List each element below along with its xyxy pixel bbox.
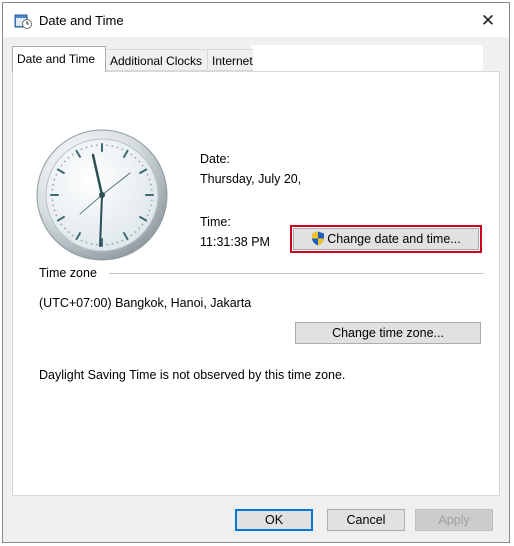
- clock-minute-dot: [55, 173, 58, 176]
- analog-clock-icon: [36, 129, 168, 261]
- clock-minute-dot: [134, 156, 137, 159]
- clock-minute-dot: [106, 243, 109, 246]
- clock-minute-dot: [95, 243, 98, 246]
- clock-minute-dot: [116, 241, 119, 244]
- clock-minute-dot: [55, 214, 58, 217]
- clock-minute-dot: [150, 199, 153, 202]
- ok-button[interactable]: OK: [235, 509, 313, 531]
- cancel-button[interactable]: Cancel: [327, 509, 405, 531]
- change-date-and-time-button[interactable]: Change date and time...: [293, 228, 479, 250]
- clock-minute-dot: [90, 243, 93, 245]
- dialog-client-area: Date and Time Additional Clocks Internet…: [3, 37, 509, 542]
- clock-minute-dot: [95, 144, 98, 147]
- clock-minute-dot: [150, 183, 152, 186]
- clock-minute-dot: [67, 156, 70, 159]
- clock-minute-dot: [85, 241, 88, 244]
- time-zone-value: (UTC+07:00) Bangkok, Hanoi, Jakarta: [39, 296, 252, 310]
- clock-minute-dot: [67, 231, 70, 234]
- time-value: 11:31:38 PM: [200, 235, 270, 249]
- tab-strip-background: [251, 45, 483, 71]
- clock-minute-dot: [71, 153, 74, 156]
- clock-minute-dot: [85, 146, 88, 149]
- window-title: Date and Time: [39, 13, 124, 28]
- dst-note: Daylight Saving Time is not observed by …: [39, 368, 346, 382]
- tab-date-and-time[interactable]: Date and Time: [12, 46, 106, 72]
- clock-minute-dot: [150, 188, 153, 191]
- close-button[interactable]: ✕: [475, 8, 501, 34]
- clock-minute-dot: [148, 178, 151, 181]
- clock-minute-dot: [53, 178, 56, 181]
- time-zone-section-label: Time zone: [39, 266, 97, 280]
- clock-minute-dot: [53, 209, 56, 212]
- date-label: Date:: [200, 152, 230, 166]
- clock-minute-dot: [52, 204, 54, 207]
- date-value: Thursday, July 20,: [200, 172, 302, 186]
- clock-minute-dot: [80, 239, 83, 242]
- clock-minute-dot: [141, 223, 144, 226]
- clock-minute-dot: [121, 239, 124, 242]
- clock-minute-dot: [146, 214, 149, 217]
- clock-minute-dot: [52, 183, 54, 186]
- clock-minute-dot: [150, 204, 152, 207]
- tab-internet-time[interactable]: Internet Time: [207, 49, 253, 71]
- section-divider: [109, 273, 484, 274]
- clock-minute-dot: [106, 144, 109, 147]
- apply-button[interactable]: Apply: [415, 509, 493, 531]
- clock-minute-dot: [63, 160, 66, 163]
- date-time-control-panel-icon: [14, 14, 32, 29]
- close-icon: ✕: [480, 11, 496, 30]
- time-label: Time:: [200, 215, 231, 229]
- clock-minute-dot: [71, 234, 74, 237]
- clock-minute-dot: [146, 173, 149, 176]
- clock-minute-dot: [138, 160, 141, 163]
- clock-minute-dot: [130, 234, 133, 237]
- date-and-time-panel: Date: Thursday, July 20, Time: 11:31:38 …: [12, 71, 500, 496]
- clock-minute-dot: [111, 243, 114, 245]
- date-and-time-dialog: Date and Time ✕ Date and Time Additional…: [2, 2, 510, 543]
- clock-minute-dot: [51, 199, 54, 202]
- clock-minute-dot: [63, 227, 66, 230]
- uac-shield-icon: [312, 231, 325, 246]
- change-time-zone-button[interactable]: Change time zone...: [295, 322, 481, 344]
- clock-minute-dot: [80, 148, 83, 151]
- clock-minute-dot: [134, 231, 137, 234]
- change-date-and-time-label: Change date and time...: [327, 232, 461, 246]
- clock-minute-dot: [141, 164, 144, 167]
- clock-minute-dot: [138, 227, 141, 230]
- clock-minute-dot: [148, 209, 151, 212]
- clock-minute-dot: [90, 145, 93, 147]
- clock-minute-dot: [60, 223, 63, 226]
- clock-minute-dot: [116, 146, 119, 149]
- clock-minute-dot: [130, 153, 133, 156]
- clock-minute-dot: [51, 188, 54, 191]
- title-bar[interactable]: Date and Time ✕: [3, 3, 509, 37]
- tab-additional-clocks[interactable]: Additional Clocks: [105, 49, 208, 71]
- clock-minute-dot: [111, 145, 114, 147]
- clock-minute-dot: [60, 164, 63, 167]
- clock-minute-dot: [121, 148, 124, 151]
